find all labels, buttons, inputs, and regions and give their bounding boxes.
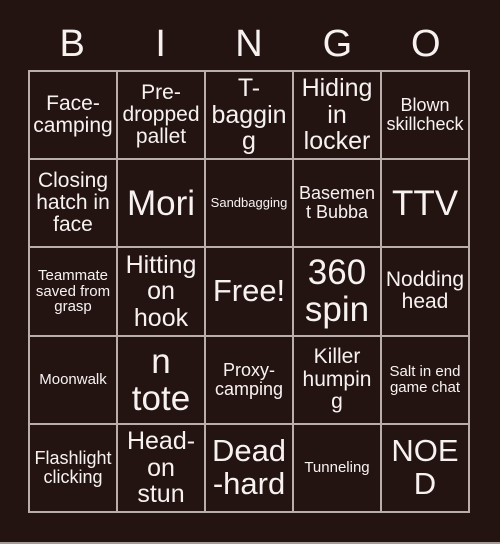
bingo-cell-label: Closing hatch in face	[36, 168, 110, 237]
bingo-cell[interactable]: Blown skillcheck	[382, 72, 470, 161]
bingo-cell[interactable]: 360 spin	[294, 248, 382, 337]
bingo-cell[interactable]: Pre-dropped pallet	[118, 72, 206, 161]
bingo-cell[interactable]: Hitting on hook	[118, 248, 206, 337]
bingo-cell-label: Hiding in locker	[301, 74, 373, 156]
bingo-free-cell[interactable]: Free!	[206, 248, 294, 337]
bingo-cell[interactable]: Flashlight clicking	[30, 424, 118, 513]
bingo-cell[interactable]: Teammate saved from grasp	[30, 248, 118, 337]
bingo-header-letter-g: G	[322, 23, 353, 65]
bingo-cell[interactable]: Tunneling	[294, 424, 382, 513]
bingo-cell-label: Free!	[212, 273, 286, 309]
bingo-cell[interactable]: Head-on stun	[118, 424, 206, 513]
bingo-card: B I N G O Face-camping Pre-dropped palle…	[0, 0, 500, 544]
bingo-cell[interactable]: Proxy-camping	[206, 336, 294, 425]
bingo-cell[interactable]: Basement Bubba	[294, 160, 382, 249]
bingo-header-letter-b: B	[59, 23, 85, 65]
bingo-cell[interactable]: Mori	[118, 160, 206, 249]
bingo-cell-label: Blown skillcheck	[386, 95, 464, 135]
bingo-cell[interactable]: Sandbagging	[206, 160, 294, 249]
bingo-cell[interactable]: Face-camping	[30, 72, 118, 161]
bingo-cell-label: Head-on stun	[126, 427, 196, 509]
bingo-cell[interactable]: TTV	[382, 160, 470, 249]
bingo-cell[interactable]: Closing hatch in face	[30, 160, 118, 249]
bingo-cell-label: Moonwalk	[39, 370, 107, 388]
bingo-cell-label: Proxy-camping	[214, 359, 284, 399]
bingo-cell[interactable]: Hiding in locker	[294, 72, 382, 161]
bingo-cell[interactable]: Nodding head	[382, 248, 470, 337]
bingo-cell-label: T-bagging	[211, 74, 287, 156]
bingo-cell-label: Boon totem	[130, 337, 192, 423]
bingo-header: B I N G O	[28, 18, 470, 70]
bingo-cell-label: NOED	[391, 433, 459, 501]
bingo-cell-label: TTV	[391, 183, 459, 223]
bingo-cell-label: Dead-hard	[211, 433, 287, 501]
bingo-header-letter-o: O	[411, 23, 441, 65]
bingo-cell-label: Tunneling	[304, 458, 370, 476]
bingo-header-letter-n: N	[235, 23, 263, 65]
bingo-cell[interactable]: Salt in end game chat	[382, 336, 470, 425]
bingo-cell[interactable]: T-bagging	[206, 72, 294, 161]
bingo-cell[interactable]: Boon totem	[118, 336, 206, 425]
bingo-cell[interactable]: Killer humping	[294, 336, 382, 425]
bingo-cell[interactable]: Dead-hard	[206, 424, 294, 513]
bingo-grid: Face-camping Pre-dropped pallet T-baggin…	[28, 70, 470, 513]
bingo-header-letter-i: I	[155, 23, 166, 65]
bingo-cell-label: Killer humping	[302, 345, 372, 413]
bingo-cell-label: Nodding head	[385, 268, 465, 314]
bingo-cell[interactable]: NOED	[382, 424, 470, 513]
bingo-cell-label: Mori	[126, 183, 196, 223]
bingo-cell-label: Hitting on hook	[125, 250, 197, 332]
bingo-cell-label: Teammate saved from grasp	[35, 266, 111, 316]
bingo-cell[interactable]: Moonwalk	[30, 336, 118, 425]
bingo-cell-label: Basement Bubba	[298, 183, 376, 223]
bingo-cell-label: Face-camping	[33, 91, 113, 138]
bingo-cell-label: Flashlight clicking	[34, 447, 112, 487]
bingo-cell-label: 360 spin	[304, 253, 370, 330]
bingo-cell-label: Salt in end game chat	[389, 362, 461, 396]
bingo-cell-label: Pre-dropped pallet	[122, 80, 200, 149]
bingo-cell-label: Sandbagging	[210, 195, 288, 211]
